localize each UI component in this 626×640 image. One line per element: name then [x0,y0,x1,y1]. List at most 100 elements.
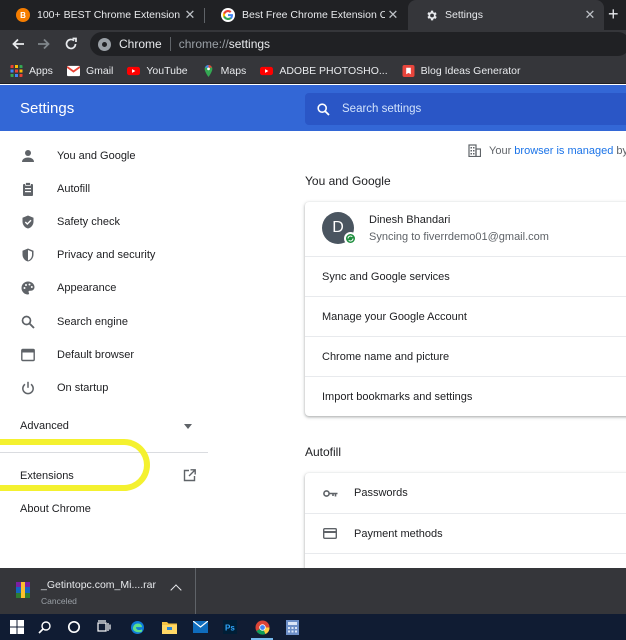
back-arrow-icon [11,37,25,51]
sidebar-item-about-chrome[interactable]: About Chrome [20,503,91,515]
settings-sidebar: You and Google Autofill Safety check Pri… [0,131,210,568]
autofill-card: Passwords Payment methods [305,473,626,573]
svg-text:Ps: Ps [225,624,235,633]
calculator-icon[interactable] [284,619,300,635]
search-icon [20,314,36,330]
chrome-taskbar-icon[interactable] [254,619,270,635]
youtube-icon [127,65,140,77]
search-input[interactable] [342,103,592,115]
back-button[interactable] [7,33,29,55]
search-settings-box[interactable] [305,93,626,125]
row-label: Passwords [354,487,408,499]
gear-icon [424,8,438,22]
bookmark-label: YouTube [146,65,187,77]
file-explorer-icon[interactable] [161,619,177,635]
address-bar[interactable]: Chrome chrome:// settings [90,32,626,56]
bookmark-label: Maps [221,65,247,77]
sidebar-item-appearance[interactable]: Appearance [20,278,116,298]
managed-suffix: by [616,145,626,157]
tab-best-free-extension[interactable]: Best Free Chrome Extension Of 2 ✕ [205,0,407,30]
tab-chrome-extensions-blog[interactable]: B 100+ BEST Chrome Extension in ✕ [0,0,204,30]
clipboard-icon [20,181,36,197]
building-icon [468,144,481,157]
bookmark-blog-ideas[interactable]: Blog Ideas Generator [402,65,521,77]
open-in-new-icon [183,469,196,482]
download-item[interactable]: _Getintopc.com_Mi....rar Canceled [0,568,196,614]
sidebar-item-default-browser[interactable]: Default browser [20,345,134,365]
sidebar-item-label: Appearance [57,282,116,294]
chrome-site-icon [98,38,111,51]
maps-icon [202,65,215,77]
url-host: settings [229,37,270,51]
bookmarks-bar: Apps Gmail YouTube Maps ADOBE PHOTOSHO..… [0,58,626,84]
row-manage-google-account[interactable]: Manage your Google Account [305,296,626,336]
reload-button[interactable] [60,33,82,55]
row-passwords[interactable]: Passwords [305,473,626,513]
new-tab-button[interactable]: + [608,4,619,25]
sidebar-item-on-startup[interactable]: On startup [20,378,108,398]
close-icon[interactable]: ✕ [582,7,598,23]
you-and-google-card: D Dinesh Bhandari Syncing to fiverrdemo0… [305,202,626,416]
windows-start-icon[interactable] [9,619,25,635]
site-name: Chrome [119,37,162,51]
close-icon[interactable]: ✕ [182,7,198,23]
key-icon [322,485,338,501]
sidebar-item-privacy-and-security[interactable]: Privacy and security [20,245,155,265]
download-bar: _Getintopc.com_Mi....rar Canceled [0,568,626,614]
bookmark-label: ADOBE PHOTOSHO... [279,65,387,77]
row-import-bookmarks[interactable]: Import bookmarks and settings [305,376,626,416]
bookmark-youtube[interactable]: YouTube [127,65,187,77]
forward-button[interactable] [33,33,55,55]
search-icon[interactable] [37,619,53,635]
sidebar-item-label: Default browser [57,349,134,361]
edge-icon[interactable] [129,619,145,635]
sidebar-item-extensions[interactable]: Extensions [20,469,196,482]
bookmark-icon [402,65,415,77]
advanced-toggle[interactable]: Advanced [20,420,192,432]
sidebar-item-autofill[interactable]: Autofill [20,179,90,199]
bookmark-label: Apps [29,65,53,77]
credit-card-icon [322,526,338,542]
tab-strip: B 100+ BEST Chrome Extension in ✕ Best F… [0,0,626,30]
bookmark-adobe-photoshop[interactable]: ADOBE PHOTOSHO... [260,65,387,77]
google-icon [221,8,235,22]
sidebar-item-search-engine[interactable]: Search engine [20,312,128,332]
settings-header: Settings [0,85,626,131]
sidebar-item-label: Autofill [57,183,90,195]
bookmark-gmail[interactable]: Gmail [67,65,113,77]
sidebar-item-label: Search engine [57,316,128,328]
chevron-up-icon[interactable] [170,584,181,595]
youtube-icon [260,65,273,77]
tab-label: 100+ BEST Chrome Extension in [37,9,182,21]
sidebar-item-safety-check[interactable]: Safety check [20,212,120,232]
sidebar-item-you-and-google[interactable]: You and Google [20,146,136,166]
download-filename: _Getintopc.com_Mi....rar [41,579,156,591]
caret-down-icon [184,424,192,429]
extensions-label: Extensions [20,470,74,482]
tab-settings[interactable]: Settings ✕ [408,0,604,30]
managed-prefix: Your [489,145,511,157]
forward-arrow-icon [37,37,51,51]
rar-archive-icon [16,582,30,598]
mail-icon[interactable] [192,619,208,635]
profile-row[interactable]: D Dinesh Bhandari Syncing to fiverrdemo0… [305,202,626,258]
browser-window-icon [20,347,36,363]
url-scheme: chrome:// [179,37,229,51]
task-view-icon[interactable] [96,619,112,635]
sidebar-item-label: Privacy and security [57,249,155,261]
advanced-label: Advanced [20,420,69,432]
bookmark-apps[interactable]: Apps [10,65,53,77]
row-sync-and-google-services[interactable]: Sync and Google services [305,256,626,296]
row-chrome-name-and-picture[interactable]: Chrome name and picture [305,336,626,376]
bookmark-maps[interactable]: Maps [202,65,247,77]
gmail-icon [67,65,80,77]
power-icon [20,380,36,396]
sidebar-item-label: You and Google [57,150,136,162]
palette-icon [20,280,36,296]
shield-check-icon [20,214,36,230]
photoshop-icon[interactable]: Ps [222,619,238,635]
row-payment-methods[interactable]: Payment methods [305,513,626,553]
close-icon[interactable]: ✕ [385,7,401,23]
cortana-icon[interactable] [66,619,82,635]
managed-link[interactable]: browser is managed [514,145,613,157]
